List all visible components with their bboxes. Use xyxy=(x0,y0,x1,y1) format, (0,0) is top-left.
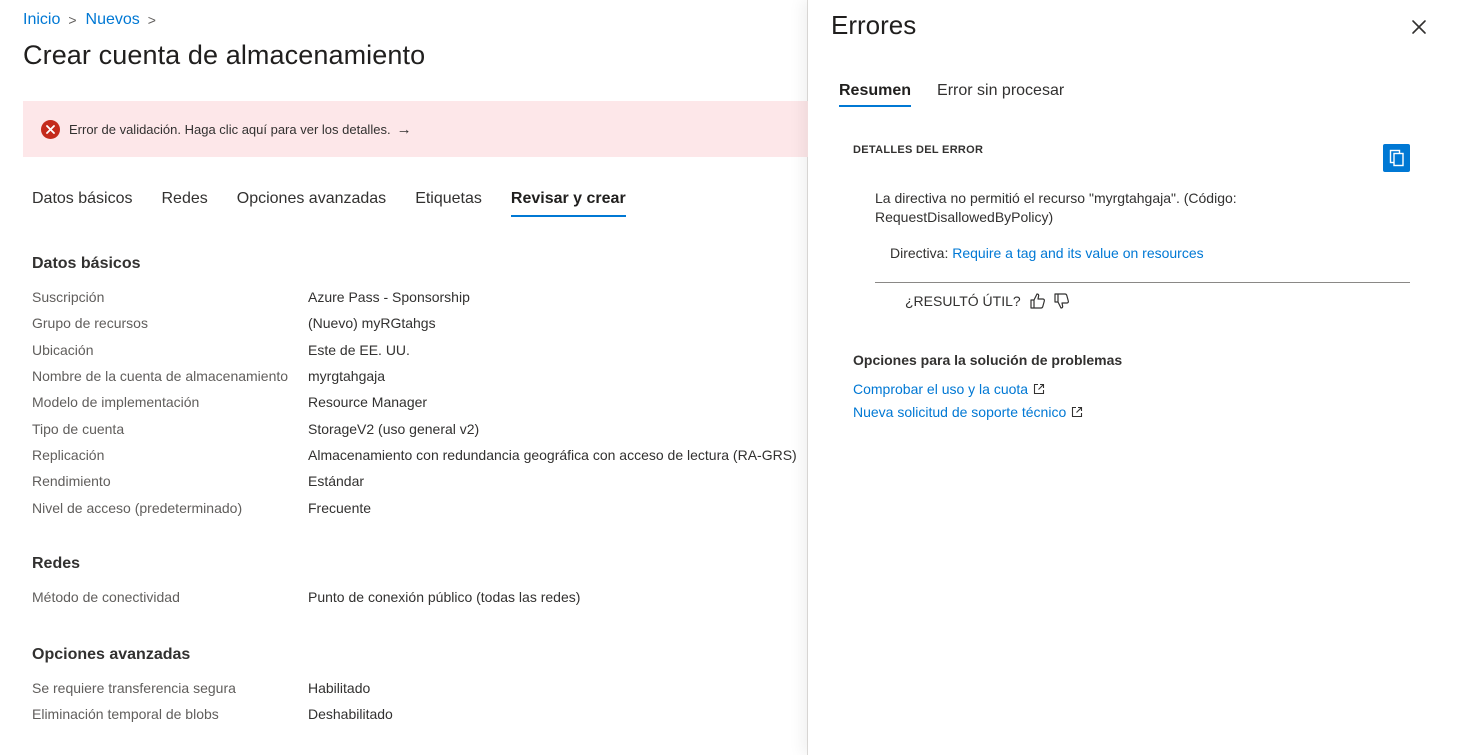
divider xyxy=(875,282,1410,283)
copy-button[interactable] xyxy=(1383,144,1410,172)
summary-label: Rendimiento xyxy=(32,473,111,490)
summary-row: Nombre de la cuenta de almacenamiento myr… xyxy=(32,363,812,389)
section-title-advanced: Opciones avanzadas xyxy=(32,646,191,663)
external-link-icon xyxy=(1071,406,1083,418)
summary-value: Azure Pass - Sponsorship xyxy=(308,289,470,306)
copy-icon xyxy=(1389,149,1404,167)
summary-value: Habilitado xyxy=(308,680,371,697)
error-icon xyxy=(41,119,60,139)
chevron-right-icon: > xyxy=(147,12,156,28)
tab-summary[interactable]: Resumen xyxy=(839,82,912,107)
summary-label: Eliminación temporal de blobs xyxy=(32,706,219,723)
tab-networking[interactable]: Redes xyxy=(162,190,208,217)
summary-label: Replicación xyxy=(32,446,105,463)
feedback-row: ¿RESULTÓ ÚTIL? xyxy=(905,292,1071,310)
summary-label: Modelo de implementación xyxy=(32,394,200,411)
summary-label: Nombre de la cuenta de almacenamiento xyxy=(32,368,289,385)
section-title-networking: Redes xyxy=(32,555,81,572)
tab-review-create[interactable]: Revisar y crear xyxy=(510,190,626,217)
basics-summary-list: Suscripción Azure Pass - Sponsorship Grup… xyxy=(32,284,812,521)
error-message: La directiva no permitió el recurso "myr… xyxy=(875,190,1237,225)
breadcrumb: Inicio > Nuevos > xyxy=(23,11,165,29)
summary-row: Suscripción Azure Pass - Sponsorship xyxy=(32,284,812,310)
breadcrumb-new-link[interactable]: Nuevos xyxy=(86,11,140,29)
summary-value: Frecuente xyxy=(308,499,372,516)
panel-title: Errores xyxy=(831,10,917,40)
check-usage-quota-link[interactable]: Comprobar el uso y la cuota xyxy=(853,381,1045,397)
summary-value: (Nuevo) myRGtahgs xyxy=(308,315,436,332)
summary-label: Método de conectividad xyxy=(32,589,180,606)
main-content: Inicio > Nuevos > Crear cuenta de almace… xyxy=(0,0,808,755)
thumbs-up-icon[interactable] xyxy=(1029,292,1047,310)
summary-value: Estándar xyxy=(308,473,365,490)
networking-summary-list: Método de conectividad Punto de conexión … xyxy=(32,584,812,610)
page-title: Crear cuenta de almacenamiento xyxy=(23,40,426,70)
new-support-request-link[interactable]: Nueva solicitud de soporte técnico xyxy=(853,404,1083,420)
summary-label: Nivel de acceso (predeterminado) xyxy=(32,499,243,516)
wizard-tabs: Datos básicos Redes Opciones avanzadas E… xyxy=(32,190,655,217)
troubleshooting-title: Opciones para la solución de problemas xyxy=(853,352,1123,368)
validation-error-banner[interactable]: Error de validación. Haga clic aquí para… xyxy=(23,101,808,157)
policy-directive: Directiva: Require a tag and its value o… xyxy=(890,245,1204,261)
summary-label: Ubicación xyxy=(32,341,94,358)
directive-label: Directiva: xyxy=(890,245,949,261)
summary-row: Tipo de cuenta StorageV2 (uso general v2) xyxy=(32,415,812,441)
external-link-icon xyxy=(1033,383,1045,395)
error-details-header: DETALLES DEL ERROR xyxy=(853,144,984,156)
summary-row: Ubicación Este de EE. UU. xyxy=(32,337,812,363)
summary-label: Suscripción xyxy=(32,289,105,306)
summary-row: Rendimiento Estándar xyxy=(32,468,812,494)
directive-link[interactable]: Require a tag and its value on resources xyxy=(952,245,1203,261)
summary-value: myrgtahgaja xyxy=(308,368,386,385)
close-icon[interactable] xyxy=(1408,16,1430,38)
summary-value: StorageV2 (uso general v2) xyxy=(308,420,480,437)
summary-row: Nivel de acceso (predeterminado) Frecuent… xyxy=(32,494,812,520)
summary-label: Se requiere transferencia segura xyxy=(32,680,236,697)
summary-row: Eliminación temporal de blobs Deshabilita… xyxy=(32,701,812,727)
advanced-summary-list: Se requiere transferencia segura Habilita… xyxy=(32,675,812,728)
summary-value: Punto de conexión público (todas las red… xyxy=(308,589,581,606)
breadcrumb-home-link[interactable]: Inicio xyxy=(23,11,60,29)
summary-value: Resource Manager xyxy=(308,394,428,411)
summary-label: Grupo de recursos xyxy=(32,315,148,332)
helpful-question: ¿RESULTÓ ÚTIL? xyxy=(905,293,1021,309)
tab-basics[interactable]: Datos básicos xyxy=(32,190,133,217)
validation-error-message: Error de validación. Haga clic aquí para… xyxy=(69,121,391,137)
summary-value: Este de EE. UU. xyxy=(308,341,410,358)
link-text: Nueva solicitud de soporte técnico xyxy=(853,404,1067,420)
link-text: Comprobar el uso y la cuota xyxy=(853,381,1029,397)
summary-row: Modelo de implementación Resource Manager xyxy=(32,389,812,415)
panel-tabs: Resumen Error sin procesar xyxy=(839,82,1090,107)
errors-panel: Errores Resumen Error sin procesar DETAL… xyxy=(808,0,1458,755)
chevron-right-icon: > xyxy=(68,12,77,28)
summary-row: Método de conectividad Punto de conexión … xyxy=(32,584,812,610)
summary-value: Deshabilitado xyxy=(308,706,393,723)
summary-row: Replicación Almacenamiento con redundanci… xyxy=(32,442,812,468)
section-title-basics: Datos básicos xyxy=(32,255,141,272)
summary-row: Grupo de recursos (Nuevo) myRGtahgs xyxy=(32,310,812,336)
arrow-right-icon: → xyxy=(396,120,412,138)
summary-row: Se requiere transferencia segura Habilita… xyxy=(32,675,812,701)
summary-label: Tipo de cuenta xyxy=(32,420,125,437)
tab-raw-error[interactable]: Error sin procesar xyxy=(937,82,1064,107)
summary-value: Almacenamiento con redundancia geográfic… xyxy=(308,446,797,463)
thumbs-down-icon[interactable] xyxy=(1053,292,1071,310)
tab-tags[interactable]: Etiquetas xyxy=(415,190,482,217)
tab-advanced[interactable]: Opciones avanzadas xyxy=(237,190,386,217)
